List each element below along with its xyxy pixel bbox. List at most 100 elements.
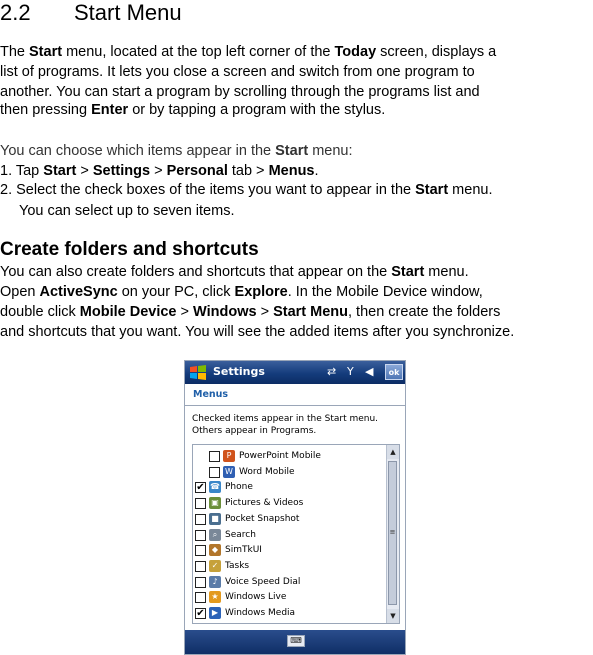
text: , then create the folders bbox=[348, 304, 501, 320]
step-2: 2. Select the check boxes of the items y… bbox=[0, 180, 493, 200]
device-menu-bar: ⌨ bbox=[185, 630, 405, 654]
text: 1. Tap bbox=[0, 163, 44, 179]
text: > bbox=[76, 163, 93, 179]
app-icon: ■ bbox=[209, 512, 221, 525]
text: You can choose which items appear in the bbox=[0, 143, 276, 159]
item-checkbox[interactable] bbox=[209, 451, 220, 462]
scroll-down-icon[interactable]: ▼ bbox=[387, 609, 399, 623]
connectivity-icon[interactable]: ⇄ bbox=[327, 365, 336, 378]
term: Settings bbox=[92, 163, 151, 179]
app-icon: ★ bbox=[209, 591, 221, 604]
term: Menus bbox=[268, 163, 315, 179]
item-checkbox[interactable] bbox=[195, 513, 206, 525]
text: tab > bbox=[227, 163, 269, 179]
term: Start bbox=[415, 182, 449, 198]
device-title: Settings bbox=[213, 365, 265, 378]
intro-line-3: another. You can start a program by scro… bbox=[0, 84, 480, 100]
text: 2. Select the check boxes of the items y… bbox=[0, 182, 416, 198]
text: Open bbox=[0, 284, 40, 300]
device-title-bar: Settings ⇄ Y ◀ ok bbox=[185, 361, 405, 384]
item-checkbox[interactable]: ✔ bbox=[195, 608, 206, 619]
folders-line-1: You can also create folders and shortcut… bbox=[0, 262, 469, 282]
text: menu: bbox=[308, 143, 353, 159]
item-label: PowerPoint Mobile bbox=[239, 451, 321, 461]
term: Personal bbox=[166, 163, 228, 179]
item-label: Phone bbox=[225, 482, 253, 493]
app-icon: ▣ bbox=[209, 497, 221, 510]
volume-icon[interactable]: ◀ bbox=[365, 365, 373, 378]
text: menu. bbox=[448, 182, 493, 198]
signal-icon[interactable]: Y bbox=[347, 365, 354, 378]
term: Start Menu bbox=[273, 304, 348, 320]
text: > bbox=[176, 304, 194, 320]
ok-button[interactable]: ok bbox=[385, 364, 403, 380]
item-label: Windows Media bbox=[225, 608, 296, 618]
device-screenshot: Settings ⇄ Y ◀ ok Menus Checked items ap… bbox=[184, 360, 406, 655]
menus-note: Checked items appear in the Start menu. O… bbox=[192, 413, 378, 437]
text: > bbox=[150, 163, 167, 179]
scrollbar[interactable]: ▲ ≡ ▼ bbox=[386, 445, 399, 623]
app-icon: ♪ bbox=[209, 575, 221, 588]
folders-line-3: double click Mobile Device > Windows > S… bbox=[0, 302, 500, 322]
note-line: Others appear in Programs. bbox=[192, 426, 317, 436]
item-label: Windows Live bbox=[225, 592, 287, 603]
item-checkbox[interactable]: ✔ bbox=[195, 482, 206, 494]
app-icon: ▶ bbox=[209, 607, 221, 619]
note-line: Checked items appear in the Start menu. bbox=[192, 414, 379, 424]
folders-heading: Create folders and shortcuts bbox=[0, 239, 259, 260]
term: ActiveSync bbox=[39, 284, 118, 300]
term-start: Start bbox=[29, 44, 63, 60]
folders-line-4: and shortcuts that you want. You will se… bbox=[0, 324, 515, 340]
app-icon: ✓ bbox=[209, 559, 221, 572]
term: Start bbox=[43, 163, 77, 179]
step-2-continued: You can select up to seven items. bbox=[19, 203, 235, 219]
item-checkbox[interactable] bbox=[195, 576, 206, 588]
item-checkbox[interactable] bbox=[195, 545, 206, 557]
app-icon: P bbox=[223, 450, 235, 462]
app-icon: ☎ bbox=[209, 481, 221, 494]
app-icon: ⌕ bbox=[209, 528, 221, 541]
text: menu. bbox=[424, 264, 469, 280]
app-icon: W bbox=[223, 465, 235, 478]
scroll-up-icon[interactable]: ▲ bbox=[387, 445, 399, 459]
item-label: SimTkUI bbox=[225, 545, 262, 556]
tab-menus[interactable]: Menus bbox=[193, 389, 228, 400]
intro-line-4: then pressing Enter or by tapping a prog… bbox=[0, 100, 385, 120]
keyboard-icon[interactable]: ⌨ bbox=[287, 635, 305, 647]
windows-start-icon[interactable] bbox=[189, 364, 207, 381]
choose-intro: You can choose which items appear in the… bbox=[0, 141, 353, 161]
scroll-thumb[interactable]: ≡ bbox=[388, 461, 397, 605]
term-start: Start bbox=[275, 143, 309, 159]
app-icon: ◆ bbox=[209, 544, 221, 557]
term-enter: Enter bbox=[91, 102, 129, 118]
text: then pressing bbox=[0, 102, 92, 118]
text: > bbox=[256, 304, 274, 320]
item-checkbox[interactable] bbox=[195, 498, 206, 510]
term-today: Today bbox=[334, 44, 377, 60]
item-checkbox[interactable] bbox=[195, 560, 206, 572]
section-title: Start Menu bbox=[74, 0, 182, 25]
item-label: Tasks bbox=[225, 560, 250, 571]
term: Mobile Device bbox=[79, 304, 177, 320]
intro-line-1: The Start menu, located at the top left … bbox=[0, 42, 496, 62]
text: . bbox=[314, 163, 319, 179]
text: . In the Mobile Device window, bbox=[287, 284, 483, 300]
item-label: Word Mobile bbox=[239, 466, 295, 477]
section-heading: 2.2 Start Menu bbox=[0, 0, 182, 26]
folders-line-2: Open ActiveSync on your PC, click Explor… bbox=[0, 282, 483, 302]
item-checkbox[interactable] bbox=[195, 529, 206, 541]
text: The bbox=[0, 44, 30, 60]
item-label: Pictures & Videos bbox=[225, 498, 304, 509]
menu-items-list[interactable]: ▲ ≡ ▼ P PowerPoint Mobile W Word Mobile ✔ ☎ Ph… bbox=[192, 444, 400, 624]
text: on your PC, click bbox=[117, 284, 235, 300]
term: Explore bbox=[234, 284, 288, 300]
step-1: 1. Tap Start > Settings > Personal tab >… bbox=[0, 161, 319, 181]
item-checkbox[interactable] bbox=[195, 592, 206, 604]
item-label: Voice Speed Dial bbox=[225, 576, 301, 587]
item-label: Search bbox=[225, 529, 256, 540]
item-checkbox[interactable] bbox=[209, 466, 220, 478]
text: menu, located at the top left corner of … bbox=[62, 44, 335, 60]
item-label: Pocket Snapshot bbox=[225, 513, 300, 524]
text: You can also create folders and shortcut… bbox=[0, 264, 392, 280]
intro-line-2: list of programs. It lets you close a sc… bbox=[0, 64, 475, 80]
